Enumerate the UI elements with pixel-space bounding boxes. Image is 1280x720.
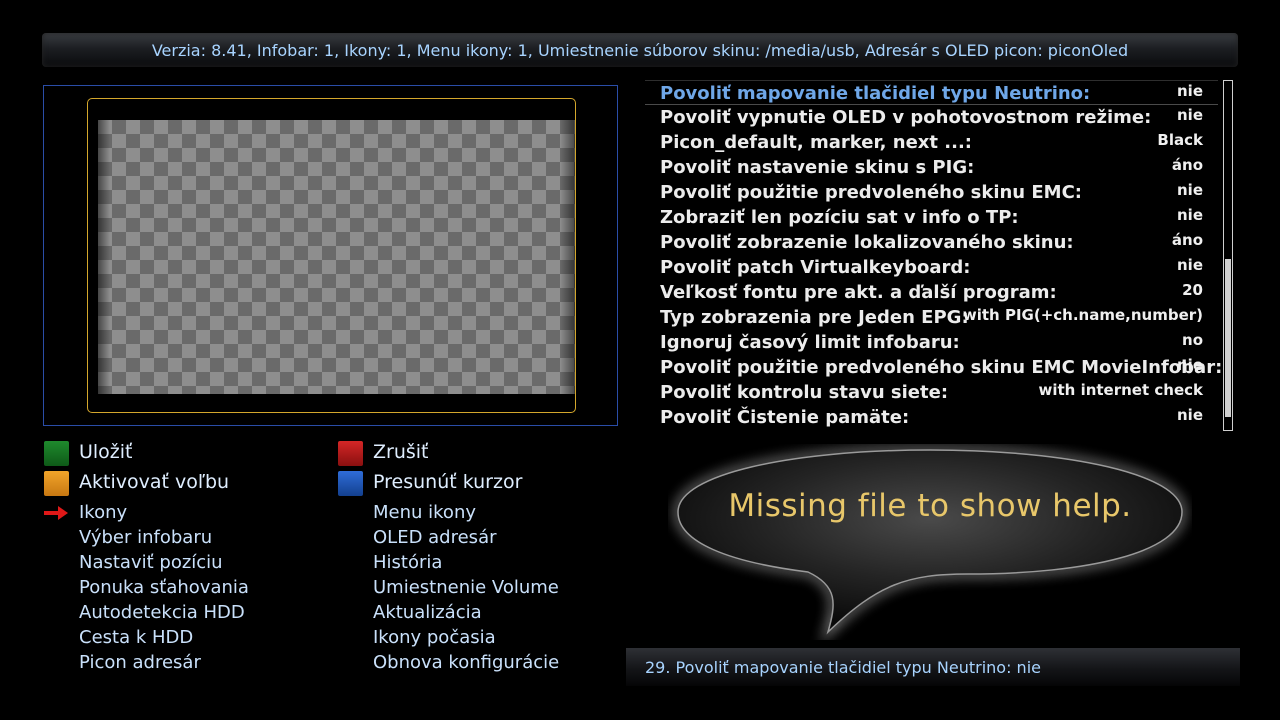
submenu-item[interactable]: Menu ikony bbox=[373, 502, 476, 523]
submenu-item[interactable]: OLED adresár bbox=[373, 527, 497, 548]
info-header-bar: Verzia: 8.41, Infobar: 1, Ikony: 1, Menu… bbox=[42, 33, 1238, 67]
cancel-button[interactable]: Zrušiť bbox=[373, 441, 429, 463]
settings-row[interactable]: Povoliť Čistenie pamäte: nie bbox=[645, 405, 1218, 430]
submenu-item[interactable]: Autodetekcia HDD bbox=[79, 602, 245, 623]
transparent-video-area bbox=[98, 120, 575, 394]
submenu-item[interactable]: Nastaviť pozíciu bbox=[79, 552, 223, 573]
activate-option-button[interactable]: Aktivovať voľbu bbox=[79, 471, 229, 493]
setting-label: Povoliť vypnutie OLED v pohotovostnom re… bbox=[660, 107, 1152, 128]
setting-value[interactable]: áno bbox=[1172, 228, 1203, 253]
settings-row[interactable]: Povoliť zobrazenie lokalizovaného skinu:… bbox=[645, 230, 1218, 255]
submenu-item[interactable]: Picon adresár bbox=[79, 652, 201, 673]
tv-preview-frame bbox=[87, 98, 576, 413]
red-arrow-right-icon bbox=[44, 506, 68, 520]
setting-label: Ignoruj časový limit infobaru: bbox=[660, 332, 960, 353]
settings-row[interactable]: Povoliť vypnutie OLED v pohotovostnom re… bbox=[645, 105, 1218, 130]
setting-value[interactable]: nie bbox=[1177, 178, 1203, 203]
settings-list-panel: Povoliť mapovanie tlačidiel typu Neutrin… bbox=[645, 80, 1233, 432]
setting-value[interactable]: nie bbox=[1177, 203, 1203, 228]
settings-scrollbar[interactable] bbox=[1223, 80, 1233, 431]
settings-row[interactable]: Zobraziť len pozíciu sat v info o TP: nie bbox=[645, 205, 1218, 230]
submenu-item[interactable]: Cesta k HDD bbox=[79, 627, 193, 648]
setting-value[interactable]: áno bbox=[1172, 153, 1203, 178]
setting-value[interactable]: no bbox=[1182, 328, 1203, 353]
help-speech-bubble bbox=[673, 445, 1187, 640]
preview-edge-shade-right bbox=[560, 120, 575, 394]
setting-label: Zobraziť len pozíciu sat v info o TP: bbox=[660, 207, 1019, 228]
status-text: 29. Povoliť mapovanie tlačidiel typu Neu… bbox=[645, 657, 1041, 677]
info-header-text: Verzia: 8.41, Infobar: 1, Ikony: 1, Menu… bbox=[151, 40, 1129, 60]
settings-list: Povoliť mapovanie tlačidiel typu Neutrin… bbox=[645, 80, 1222, 430]
setting-value[interactable]: nie bbox=[1177, 253, 1203, 278]
save-button[interactable]: Uložiť bbox=[79, 441, 133, 463]
settings-row[interactable]: Povoliť použitie predvoleného skinu EMC:… bbox=[645, 180, 1218, 205]
setting-value[interactable]: with PIG(+ch.name,number) bbox=[963, 303, 1203, 328]
setting-label: Povoliť zobrazenie lokalizovaného skinu: bbox=[660, 232, 1074, 253]
setting-label: Povoliť patch Virtualkeyboard: bbox=[660, 257, 971, 278]
setting-label: Povoliť použitie predvoleného skinu EMC … bbox=[660, 357, 1223, 378]
setting-value[interactable]: nie bbox=[1177, 79, 1203, 104]
status-bar: 29. Povoliť mapovanie tlačidiel typu Neu… bbox=[626, 648, 1240, 686]
settings-row[interactable]: Typ zobrazenia pre Jeden EPG: with PIG(+c… bbox=[645, 305, 1218, 330]
submenu-item[interactable]: Ponuka sťahovania bbox=[79, 577, 249, 598]
help-message: Missing file to show help. bbox=[728, 488, 1132, 524]
setting-value[interactable]: nie bbox=[1177, 103, 1203, 128]
setting-label: Povoliť nastavenie skinu s PIG: bbox=[660, 157, 975, 178]
move-cursor-button[interactable]: Presunúť kurzor bbox=[373, 471, 522, 493]
submenu-item[interactable]: Výber infobaru bbox=[79, 527, 212, 548]
green-key-icon bbox=[44, 441, 69, 466]
submenu-item[interactable]: Obnova konfigurácie bbox=[373, 652, 559, 673]
scrollbar-thumb[interactable] bbox=[1225, 259, 1231, 417]
setting-label: Picon_default, marker, next ...: bbox=[660, 132, 973, 153]
submenu-item[interactable]: Umiestnenie Volume bbox=[373, 577, 559, 598]
setting-value[interactable]: Black bbox=[1157, 128, 1203, 153]
settings-row[interactable]: Veľkosť fontu pre akt. a ďalší program: 2… bbox=[645, 280, 1218, 305]
settings-row[interactable]: Povoliť použitie predvoleného skinu EMC … bbox=[645, 353, 1222, 380]
settings-row[interactable]: Povoliť nastavenie skinu s PIG: áno bbox=[645, 155, 1218, 180]
submenu-item[interactable]: História bbox=[373, 552, 442, 573]
submenu-item[interactable]: Ikony bbox=[79, 502, 127, 523]
setting-label: Povoliť mapovanie tlačidiel typu Neutrin… bbox=[660, 83, 1091, 104]
yellow-key-icon bbox=[44, 471, 69, 496]
submenu-item[interactable]: Ikony počasia bbox=[373, 627, 496, 648]
settings-row[interactable]: Picon_default, marker, next ...: Black bbox=[645, 130, 1218, 155]
setting-value[interactable]: 20 bbox=[1182, 278, 1203, 303]
setting-value[interactable]: with internet check bbox=[1039, 378, 1204, 403]
settings-row[interactable]: Povoliť kontrolu stavu siete: with intern… bbox=[645, 380, 1218, 405]
setting-value[interactable]: nie bbox=[1177, 353, 1203, 378]
setting-label: Povoliť použitie predvoleného skinu EMC: bbox=[660, 182, 1082, 203]
setting-label: Povoliť Čistenie pamäte: bbox=[660, 407, 910, 428]
preview-edge-shade-left bbox=[98, 120, 110, 394]
setting-label: Veľkosť fontu pre akt. a ďalší program: bbox=[660, 282, 1057, 303]
blue-key-icon bbox=[338, 471, 363, 496]
settings-row[interactable]: Povoliť mapovanie tlačidiel typu Neutrin… bbox=[645, 80, 1218, 105]
settings-row[interactable]: Povoliť patch Virtualkeyboard: nie bbox=[645, 255, 1218, 280]
settings-row[interactable]: Ignoruj časový limit infobaru: no bbox=[645, 330, 1218, 355]
setting-value[interactable]: nie bbox=[1177, 403, 1203, 428]
setting-label: Povoliť kontrolu stavu siete: bbox=[660, 382, 949, 403]
red-key-icon bbox=[338, 441, 363, 466]
setting-label: Typ zobrazenia pre Jeden EPG: bbox=[660, 307, 969, 328]
submenu-item[interactable]: Aktualizácia bbox=[373, 602, 482, 623]
